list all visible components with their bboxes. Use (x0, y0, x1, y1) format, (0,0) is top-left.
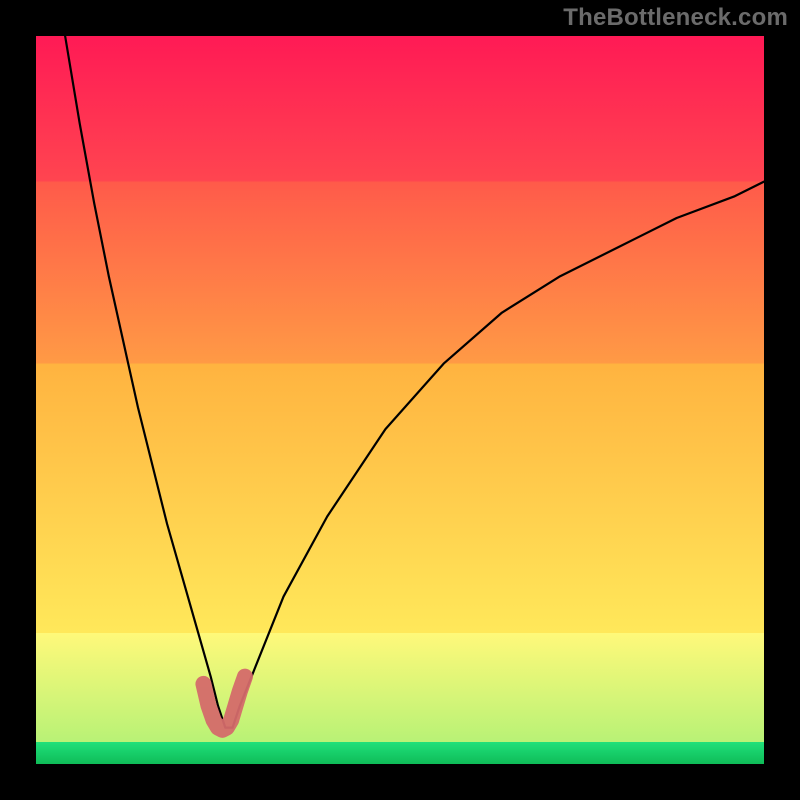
chart-container: TheBottleneck.com (0, 0, 800, 800)
bottleneck-chart (0, 0, 800, 800)
plot-background (36, 36, 764, 764)
